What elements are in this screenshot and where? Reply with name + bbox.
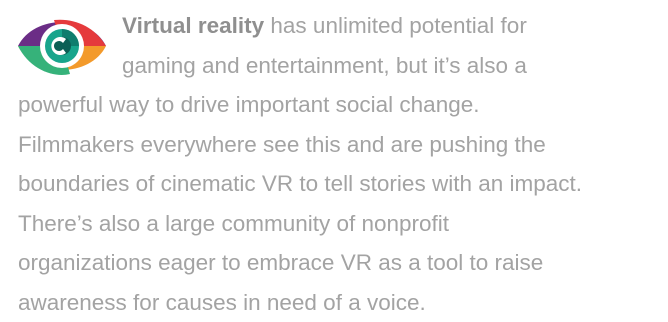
paragraph-line-8: awareness for causes in need of a voice. <box>18 283 662 322</box>
paragraph-line-3: powerful way to drive important social c… <box>18 85 662 125</box>
paragraph-line-7: organizations eager to embrace VR as a t… <box>18 243 662 283</box>
eye-logo-icon <box>14 8 110 84</box>
paragraph-line-1: has unlimited potential for <box>264 13 527 38</box>
bold-lead-text: Virtual reality <box>122 13 264 38</box>
paragraph-line-5: boundaries of cinematic VR to tell stori… <box>18 164 662 204</box>
article-paragraph: Virtual reality has unlimited potential … <box>18 6 662 322</box>
paragraph-line-4: Filmmakers everywhere see this and are p… <box>18 125 662 165</box>
paragraph-line-2: gaming and entertainment, but it’s also … <box>18 46 662 86</box>
eye-icon <box>14 8 110 84</box>
paragraph-line-6: There’s also a large community of nonpro… <box>18 204 662 244</box>
